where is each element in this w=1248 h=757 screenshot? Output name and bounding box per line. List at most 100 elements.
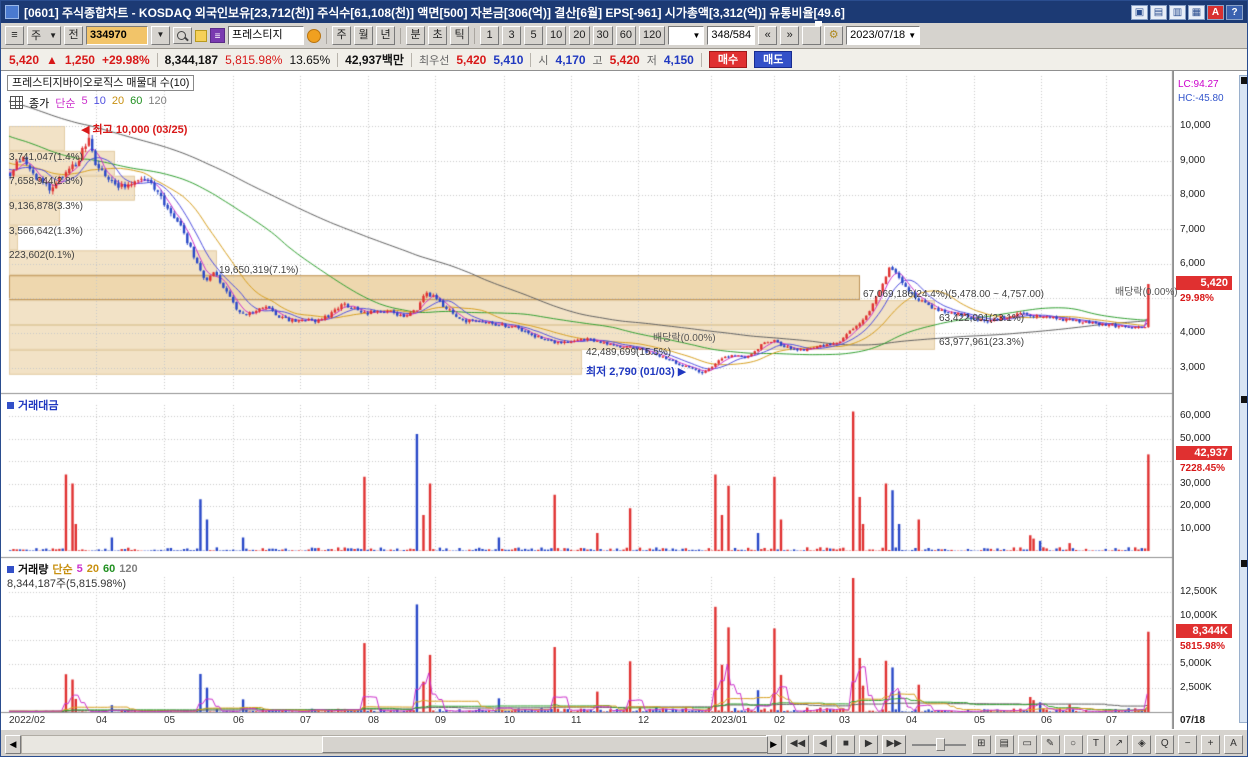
close-label: 종가 [29,98,50,110]
value-axis-tick: 30,000 [1180,477,1211,489]
buy-button[interactable]: 매수 [708,51,748,68]
chart-canvas[interactable] [1,71,1173,729]
favorite-icon[interactable] [307,28,321,43]
tool-text-icon[interactable]: T [1086,734,1106,754]
memo-icon[interactable] [195,29,207,42]
volume-profile-label: 63,977,961(23.3%) [939,337,1025,348]
price-axis-column: LC:94.27 HC:-45.80 5,420 29.98% 42,937 7… [1173,71,1239,729]
scrollbar-thumb[interactable] [322,735,768,753]
divider [474,27,475,44]
date-picker[interactable]: 2023/07/18 ▼ [846,26,921,45]
nav-last-button[interactable]: ▶▶ [882,734,907,754]
period-second-button[interactable]: 초 [428,26,447,45]
lc-value: LC:94.27 [1178,79,1219,90]
zoom-in-button[interactable]: + [1201,734,1221,754]
slider-knob[interactable] [936,737,946,751]
low-label: 저 [646,54,657,67]
sell-button[interactable]: 매도 [754,51,793,68]
best-bid: 5,410 [493,52,524,67]
value-axis-tick: 50,000 [1180,432,1211,444]
x-axis-last-label: 07/18 [1180,715,1206,726]
search-icon[interactable] [173,27,192,44]
volume-profile-label: 42,489,699(15.5%) [586,347,672,358]
zoom-reset-button[interactable]: Q [1155,734,1175,754]
interval-20-button[interactable]: 20 [569,26,590,45]
interval-3-button[interactable]: 3 [502,26,521,45]
scroll-right-icon[interactable]: » [780,26,800,45]
interval-120-button[interactable]: 120 [639,26,666,45]
scrollbar-track[interactable] [21,734,768,754]
dividend-marker-label: 배당락(0.00%) [1115,287,1178,298]
tool-panel-icon[interactable]: ▤ [994,734,1014,754]
panel-collapse-button[interactable] [1241,560,1247,567]
save-chart-icon[interactable] [802,26,822,45]
period-year-button[interactable]: 년 [376,26,395,45]
high-label: 고 [592,54,603,67]
ma5-label: 5 [81,95,88,107]
menu-icon[interactable]: ≡ [5,26,24,45]
nav-stop-button[interactable]: ■ [836,734,856,754]
volume-profile-label: 3,741,047(1.4%) [9,152,83,163]
zoom-slider[interactable] [910,735,968,754]
window-icon-2[interactable]: ▤ [1150,4,1167,20]
x-axis-label: 11 [571,715,582,726]
volume-axis-tick: 5,000K [1180,657,1212,669]
chart-horizontal-scrollbar[interactable]: ◀ ▶ [5,734,782,754]
period-minute-button[interactable]: 분 [406,26,425,45]
change-arrow-icon: ▲ [46,52,58,67]
period-dropdown[interactable]: 주 ▼ [27,26,61,45]
tool-rect-icon[interactable]: ▭ [1017,734,1037,754]
current-volume-badge: 8,344K [1176,624,1232,638]
hc-value: HC:-45.80 [1178,93,1224,104]
low-annotation: 최저 2,790 (01/03) ▶ [586,366,687,378]
period-tick-button[interactable]: 틱 [450,26,469,45]
app-window: [0601] 주식종합차트 - KOSDAQ 외국인보유[23,712(천)] … [0,0,1248,757]
period-week-button[interactable]: 주 [332,26,351,45]
nav-prev-button[interactable]: ◀ [813,734,833,754]
volume-profile-label: 19,650,319(7.1%) [219,265,299,276]
ma120-label: 120 [148,95,167,107]
turnover-rate: 13.65% [289,52,331,67]
price-change: 1,250 [64,52,95,67]
tool-trend-icon[interactable]: ↗ [1109,734,1129,754]
x-axis-label: 09 [435,715,447,726]
prev-stock-button[interactable]: 전 [64,26,83,45]
scroll-left-icon[interactable]: « [758,26,778,45]
tool-draw-icon[interactable]: ✎ [1040,734,1060,754]
interval-10-button[interactable]: 10 [546,26,567,45]
interval-custom-dropdown[interactable]: ▼ [668,26,705,45]
interval-5-button[interactable]: 5 [524,26,543,45]
grid-settings-icon[interactable] [10,96,23,109]
alert-icon[interactable]: A [1207,4,1224,20]
help-icon[interactable]: ? [1226,4,1243,20]
scrollbar-left-arrow[interactable]: ◀ [5,734,21,754]
window-icon-3[interactable]: ▥ [1169,4,1186,20]
interval-60-button[interactable]: 60 [615,26,636,45]
high-arrow-icon: ◀ [81,124,90,136]
x-axis-label: 08 [368,715,380,726]
window-icon-4[interactable]: ▦ [1188,4,1205,20]
best-quote-label: 최우선 [418,54,450,67]
price-change-pct: +29.98% [101,52,150,67]
tool-indicator-icon[interactable]: ◈ [1132,734,1152,754]
interval-1-button[interactable]: 1 [480,26,499,45]
volume-profile-label: 3,566,642(1.3%) [9,226,83,237]
auto-scale-button[interactable]: A [1224,734,1243,754]
code-dropdown-arrow[interactable]: ▼ [151,26,170,45]
window-icon-1[interactable]: ▣ [1131,4,1148,20]
tool-grid-icon[interactable]: ⊞ [971,734,991,754]
stock-info-icon[interactable]: ≡ [210,28,225,43]
panel-collapse-button[interactable] [1241,396,1247,403]
x-axis-label: 06 [1041,715,1053,726]
tool-circle-icon[interactable]: ○ [1063,734,1083,754]
panel-collapse-button[interactable] [1241,77,1247,84]
vol-ma20-label: 20 [86,563,99,575]
nav-next-button[interactable]: ▶ [859,734,879,754]
interval-30-button[interactable]: 30 [592,26,613,45]
nav-first-button[interactable]: ◀◀ [785,734,810,754]
x-axis-label: 06 [233,715,245,726]
stock-code-input[interactable]: 334970 [86,26,148,45]
settings-gear-icon[interactable]: ⚙ [824,26,844,45]
zoom-out-button[interactable]: − [1178,734,1198,754]
period-month-button[interactable]: 월 [354,26,373,45]
